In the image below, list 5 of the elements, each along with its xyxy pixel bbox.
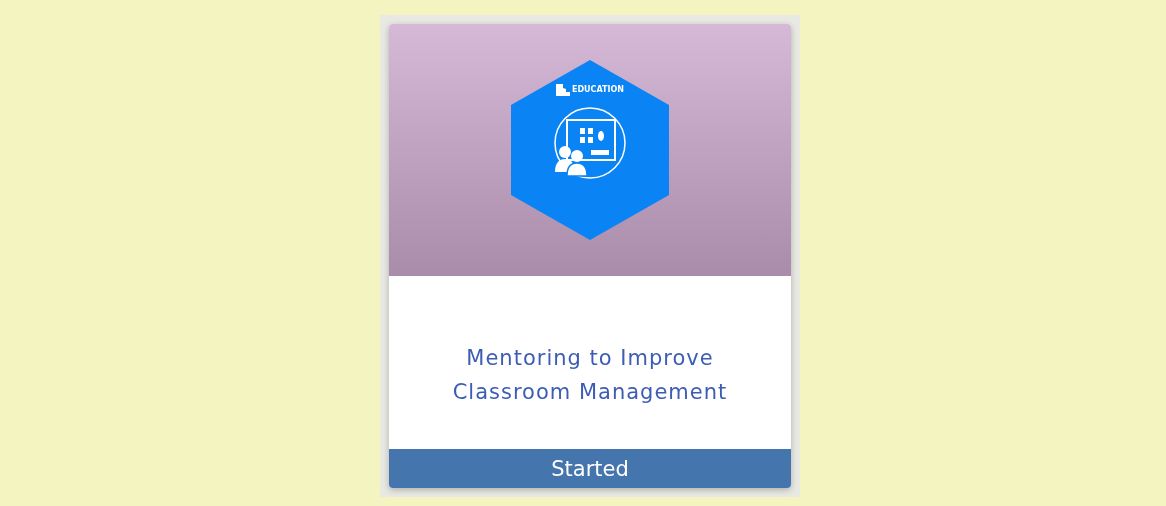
course-title: Mentoring to Improve Classroom Management (451, 344, 729, 406)
course-card[interactable]: EDUCATION Mentoring to Improve Classroom Management Started (389, 24, 791, 488)
status-bar: Started (389, 449, 791, 488)
logo-text: EDUCATION (572, 85, 624, 95)
classroom-presenter-icon (553, 106, 627, 180)
